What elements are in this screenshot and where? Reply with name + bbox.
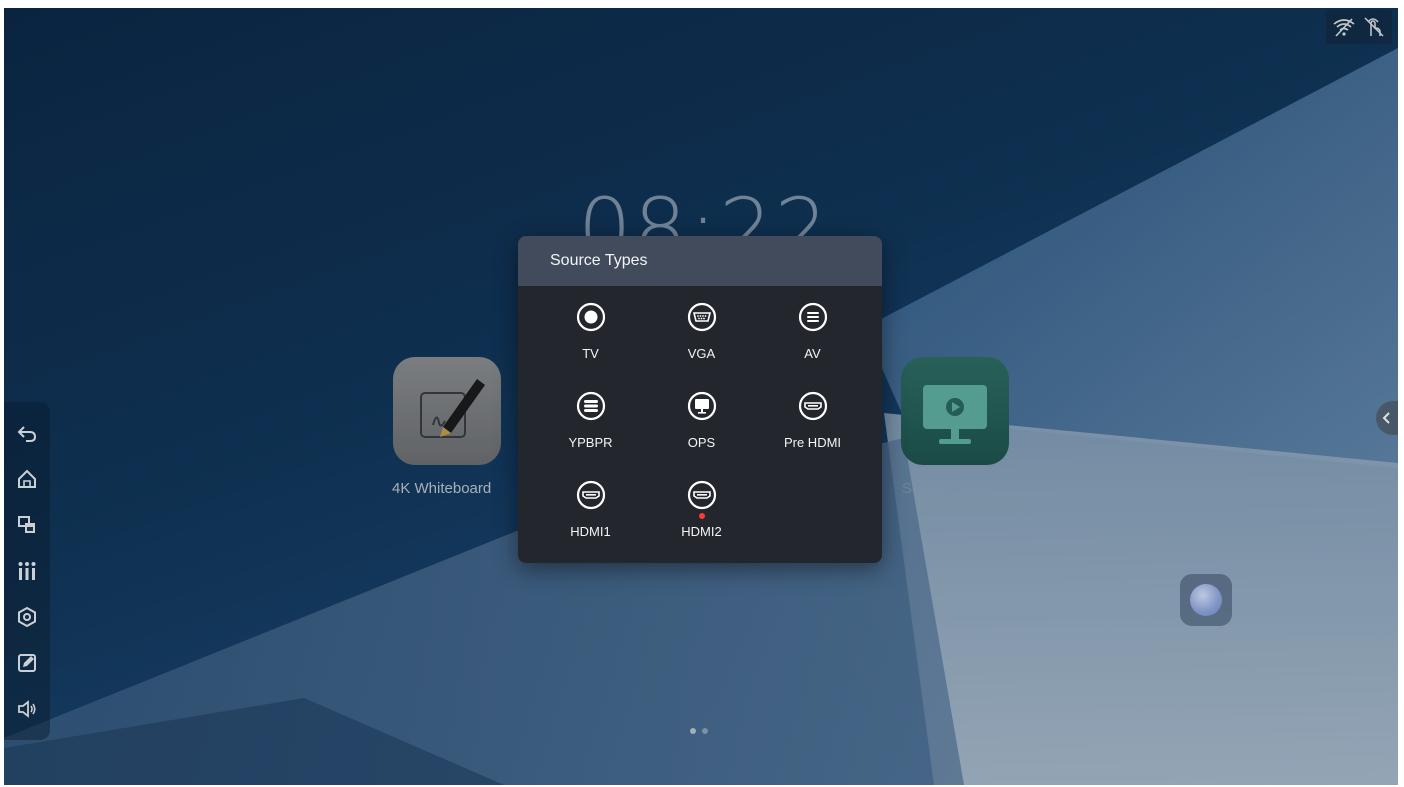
ypbpr-port-icon	[576, 391, 605, 421]
whiteboard-app-tile[interactable]	[393, 357, 501, 465]
status-area	[1326, 10, 1392, 44]
dock-home-button[interactable]	[14, 466, 40, 492]
pen-drawing-icon	[420, 379, 485, 438]
source-vga-button[interactable]: VGA	[646, 298, 757, 381]
source-types-dialog: Source Types TV VGA AV YPBPR OPS Pre HDM…	[518, 236, 882, 563]
touch-off-icon[interactable]	[1362, 16, 1386, 38]
source-label: YPBPR	[568, 435, 613, 450]
dock-volume-button[interactable]	[14, 696, 40, 722]
dock-multi-window-button[interactable]	[14, 512, 40, 538]
annotate-icon	[18, 654, 36, 672]
dock-annotate-button[interactable]	[14, 650, 40, 676]
source-pre-hdmi-button[interactable]: Pre HDMI	[757, 387, 868, 470]
hdmi-port-icon	[576, 480, 605, 510]
source-label: HDMI2	[681, 524, 722, 539]
signal-indicator-dot	[698, 513, 705, 519]
source-av-button[interactable]: AV	[757, 298, 868, 381]
volume-icon	[18, 700, 36, 718]
source-hdmi1-button[interactable]: HDMI1	[535, 476, 646, 559]
source-tv-button[interactable]: TV	[535, 298, 646, 381]
source-label: OPS	[687, 435, 716, 450]
floating-ball-icon	[1190, 584, 1222, 616]
multi-window-icon	[18, 516, 35, 533]
monitor-cast-icon	[923, 385, 987, 444]
source-ops-button[interactable]: OPS	[646, 387, 757, 470]
source-label: Pre HDMI	[783, 435, 842, 450]
settings-icon	[18, 606, 36, 628]
source-grid: TV VGA AV YPBPR OPS Pre HDMI HDMI1 HDMI2	[535, 298, 869, 559]
ops-monitor-icon	[687, 391, 716, 421]
desktop-screen: 08:22 4K Whiteboard Screen Share Source …	[4, 8, 1398, 785]
hdmi-port-icon	[798, 391, 827, 421]
dock-settings-button[interactable]	[14, 604, 40, 630]
source-label: TV	[582, 346, 599, 361]
page-indicator	[690, 728, 708, 734]
source-ypbpr-button[interactable]: YPBPR	[535, 387, 646, 470]
screen-share-app-tile[interactable]	[901, 357, 1009, 465]
chevron-left-icon	[1382, 412, 1390, 424]
whiteboard-app-label: 4K Whiteboard	[392, 480, 492, 497]
source-label: VGA	[687, 346, 716, 361]
dialog-title: Source Types	[550, 252, 648, 269]
equalizer-icon	[18, 562, 36, 580]
av-port-icon	[798, 302, 827, 332]
source-label: HDMI1	[570, 524, 611, 539]
page-dot-1[interactable]	[690, 728, 696, 734]
page-dot-2[interactable]	[702, 728, 708, 734]
tv-source-icon	[576, 302, 605, 332]
screen-share-app-label: Screen Share	[902, 480, 994, 497]
left-sidebar-dock	[4, 402, 50, 740]
wifi-off-icon[interactable]	[1332, 16, 1356, 38]
vga-port-icon	[687, 302, 716, 332]
home-icon	[18, 469, 36, 488]
floating-menu-button[interactable]	[1180, 574, 1232, 626]
dialog-header: Source Types	[518, 236, 882, 286]
dock-equalizer-button[interactable]	[14, 558, 40, 584]
dock-back-button[interactable]	[14, 420, 40, 446]
source-hdmi2-button[interactable]: HDMI2	[646, 476, 757, 559]
back-icon	[17, 426, 37, 442]
hdmi-port-icon	[687, 480, 716, 510]
source-label: AV	[804, 346, 821, 361]
